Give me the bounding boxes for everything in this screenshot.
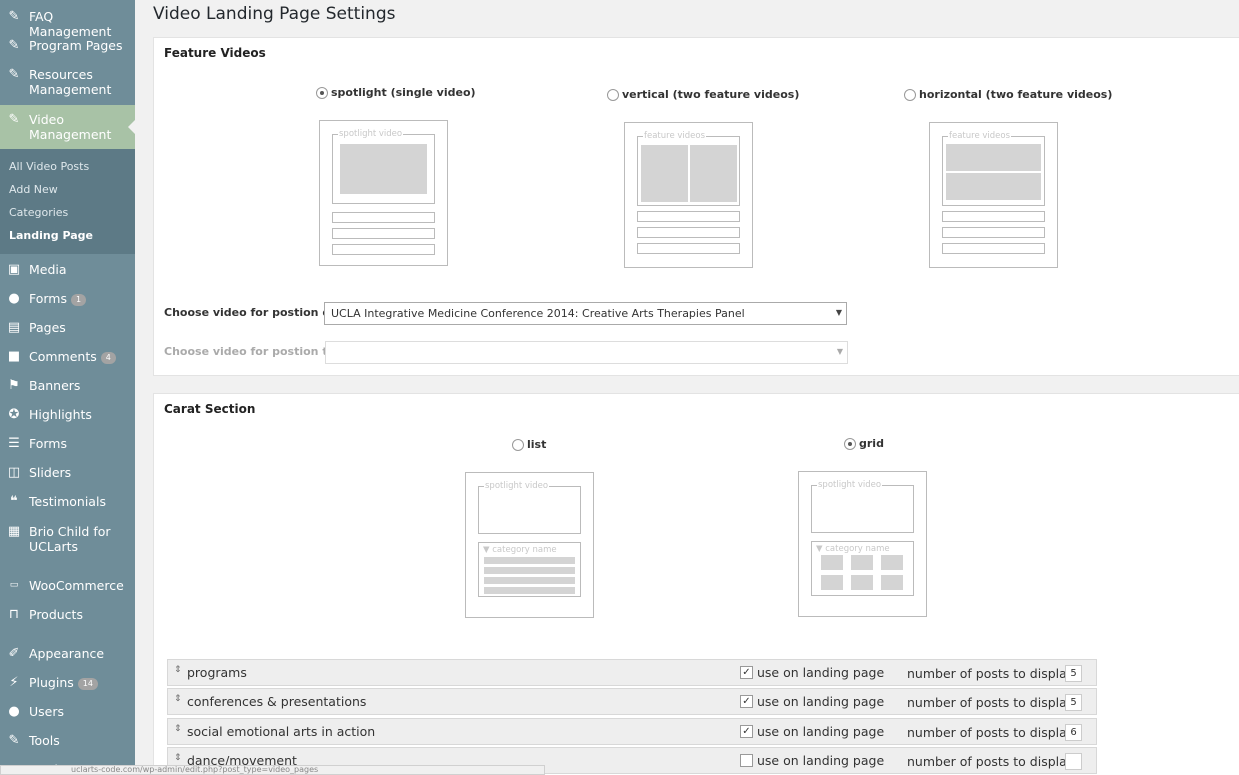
menu-brio-child[interactable]: ▦ Brio Child for UCLarts xyxy=(0,522,135,558)
plugin-icon: ⚡ xyxy=(9,674,19,690)
radio-button[interactable] xyxy=(844,437,856,450)
category-row[interactable]: ⇕ conferences & presentations ✓ use on l… xyxy=(167,688,1097,715)
menu-woocommerce[interactable]: ▭ WooCommerce xyxy=(0,577,135,597)
menu-faq-management[interactable]: ✎ FAQ Management xyxy=(0,6,135,40)
menu-forms[interactable]: ● Forms 1 xyxy=(0,290,135,310)
award-icon: ✪ xyxy=(8,406,20,422)
position-one-select[interactable]: UCLA Integrative Medicine Conference 201… xyxy=(324,302,847,325)
chevron-down-icon: ▼ xyxy=(835,308,842,317)
menu-comments[interactable]: ■ Comments 4 xyxy=(0,348,135,368)
menu-pages[interactable]: ▤ Pages xyxy=(0,319,135,339)
count-badge: 4 xyxy=(100,352,116,364)
list-layout-preview: spotlight video ▼ category name xyxy=(465,472,594,618)
radio-list[interactable]: list xyxy=(512,438,546,451)
drag-handle-icon[interactable]: ⇕ xyxy=(174,665,182,675)
horizontal-layout-preview: feature videos xyxy=(929,122,1058,268)
browser-status-bar: uclarts-code.com/wp-admin/edit.php?post_… xyxy=(0,765,545,775)
menu-program-pages[interactable]: ✎ Program Pages xyxy=(0,35,135,55)
form-list-icon: ☰ xyxy=(8,435,20,451)
video-submenu: All Video Posts Add New Categories Landi… xyxy=(0,149,135,254)
position-two-label: Choose video for postion two: xyxy=(164,345,350,358)
pin-icon: ✎ xyxy=(8,66,20,82)
page-title: Video Landing Page Settings xyxy=(153,4,396,24)
pin-icon: ✎ xyxy=(8,37,20,53)
menu-highlights[interactable]: ✪ Highlights xyxy=(0,406,135,426)
category-row[interactable]: ⇕ social emotional arts in action ✓ use … xyxy=(167,718,1097,745)
forms-icon: ● xyxy=(8,290,20,306)
woo-icon: ▭ xyxy=(9,580,19,590)
calendar-icon: ▦ xyxy=(7,523,21,539)
submenu-all-video-posts[interactable]: All Video Posts xyxy=(9,160,89,173)
carat-section-panel: Carat Section list spotlight video ▼ cat… xyxy=(153,393,1239,775)
media-icon: ▣ xyxy=(7,261,21,277)
flag-icon: ⚑ xyxy=(8,377,20,393)
position-one-label: Choose video for postion one: xyxy=(164,306,350,319)
pin-icon: ✎ xyxy=(8,111,20,127)
position-two-select[interactable]: ▼ xyxy=(325,341,848,364)
radio-button[interactable] xyxy=(316,86,328,99)
grid-layout-preview: spotlight video ▼ category name xyxy=(798,471,927,617)
submenu-categories[interactable]: Categories xyxy=(9,206,68,219)
menu-products[interactable]: ⊓ Products xyxy=(0,606,135,626)
panel-title: Carat Section xyxy=(164,402,256,416)
radio-vertical[interactable]: vertical (two feature videos) xyxy=(607,88,799,101)
menu-plugins[interactable]: ⚡ Plugins 14 xyxy=(0,674,135,694)
slider-icon: ◫ xyxy=(7,464,21,480)
drag-handle-icon[interactable]: ⇕ xyxy=(174,753,182,763)
menu-banners[interactable]: ⚑ Banners xyxy=(0,377,135,397)
menu-forms-2[interactable]: ☰ Forms xyxy=(0,435,135,455)
admin-sidebar: ✎ FAQ Management ✎ Program Pages ✎ Resou… xyxy=(0,0,135,775)
brush-icon: ✐ xyxy=(8,645,20,661)
feature-videos-panel: Feature Videos spotlight (single video) … xyxy=(153,37,1239,376)
radio-grid[interactable]: grid xyxy=(844,437,884,450)
submenu-landing-page[interactable]: Landing Page xyxy=(9,229,93,242)
spotlight-layout-preview: spotlight video xyxy=(319,120,448,266)
radio-button[interactable] xyxy=(904,88,916,101)
count-badge: 14 xyxy=(77,678,98,690)
radio-button[interactable] xyxy=(512,438,524,451)
panel-title: Feature Videos xyxy=(164,46,266,60)
submenu-add-new[interactable]: Add New xyxy=(9,183,58,196)
count-badge: 1 xyxy=(71,294,87,306)
menu-sliders[interactable]: ◫ Sliders xyxy=(0,464,135,484)
pin-icon: ✎ xyxy=(8,8,20,24)
menu-video-management[interactable]: ✎ Video Management xyxy=(0,105,135,149)
menu-testimonials[interactable]: ❝ Testimonials xyxy=(0,493,135,513)
quote-icon: ❝ xyxy=(10,493,18,509)
menu-tools[interactable]: ✎ Tools xyxy=(0,732,135,752)
drag-handle-icon[interactable]: ⇕ xyxy=(174,694,182,704)
radio-button[interactable] xyxy=(607,88,619,101)
radio-horizontal[interactable]: horizontal (two feature videos) xyxy=(904,88,1112,101)
wrench-icon: ✎ xyxy=(8,732,20,748)
radio-spotlight[interactable]: spotlight (single video) xyxy=(316,86,476,99)
posts-count-input[interactable]: 5 xyxy=(1065,665,1082,682)
use-on-landing-checkbox[interactable]: ✓ xyxy=(740,695,753,708)
menu-resources-management[interactable]: ✎ Resources Management xyxy=(0,64,135,100)
vertical-layout-preview: feature videos xyxy=(624,122,753,268)
use-on-landing-checkbox[interactable] xyxy=(740,754,753,767)
use-on-landing-checkbox[interactable]: ✓ xyxy=(740,725,753,738)
category-row[interactable]: ⇕ programs ✓ use on landing page number … xyxy=(167,659,1097,686)
menu-appearance[interactable]: ✐ Appearance xyxy=(0,645,135,665)
user-icon: ● xyxy=(8,703,20,719)
comment-icon: ■ xyxy=(7,348,21,364)
posts-count-input[interactable]: 6 xyxy=(1065,724,1082,741)
chevron-down-icon: ▼ xyxy=(836,347,843,356)
pages-icon: ▤ xyxy=(7,319,21,335)
drag-handle-icon[interactable]: ⇕ xyxy=(174,724,182,734)
menu-users[interactable]: ● Users xyxy=(0,703,135,723)
posts-count-input[interactable]: 5 xyxy=(1065,694,1082,711)
menu-media[interactable]: ▣ Media xyxy=(0,261,135,281)
cart-icon: ⊓ xyxy=(8,606,20,622)
posts-count-input[interactable] xyxy=(1065,753,1082,770)
use-on-landing-checkbox[interactable]: ✓ xyxy=(740,666,753,679)
